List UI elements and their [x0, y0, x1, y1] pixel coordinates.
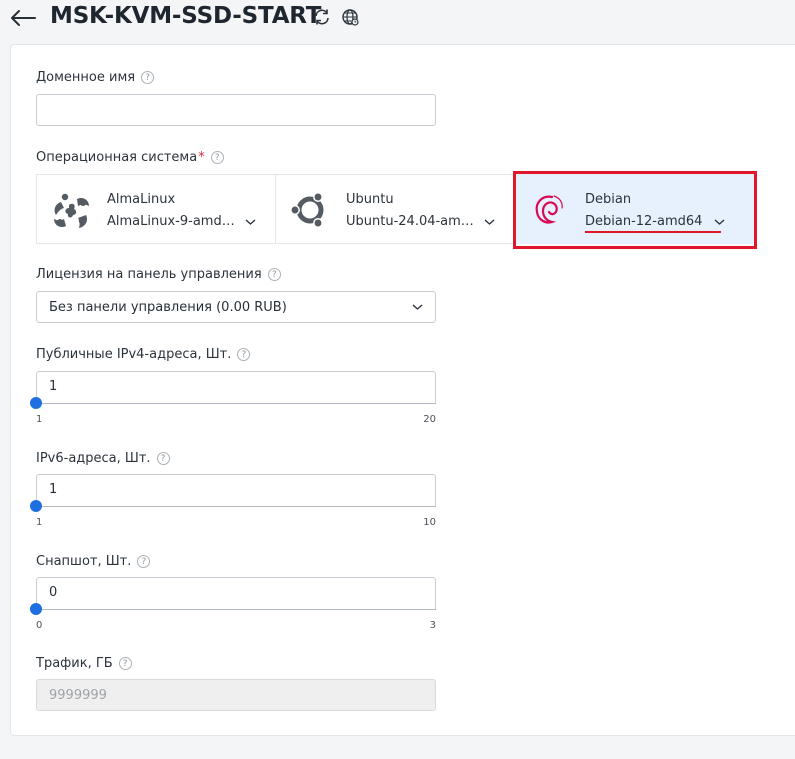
os-version-value: Ubuntu-24.04-am… — [346, 214, 474, 229]
almalinux-logo-icon — [54, 193, 89, 228]
os-name: Debian — [585, 192, 632, 207]
ipv4-label: Публичные IPv4-адреса, Шт. ? — [36, 347, 251, 362]
globe-icon[interactable] — [341, 8, 359, 26]
os-name: AlmaLinux — [107, 192, 176, 207]
slider-max: 20 — [423, 414, 436, 425]
chevron-down-icon — [484, 218, 495, 225]
chevron-down-icon — [412, 304, 423, 310]
os-version-select[interactable]: AlmaLinux-9-amd… — [107, 214, 256, 229]
slider-track[interactable] — [36, 403, 436, 404]
slider-thumb[interactable] — [30, 603, 42, 615]
slider-min: 0 — [36, 620, 43, 631]
snapshot-label: Снапшот, Шт. ? — [36, 554, 151, 569]
help-icon[interactable]: ? — [137, 555, 151, 568]
os-version-value: AlmaLinux-9-amd… — [107, 214, 235, 229]
help-icon[interactable]: ? — [156, 452, 170, 465]
domain-input[interactable] — [36, 94, 436, 126]
slider-max: 10 — [423, 517, 436, 528]
os-option-almalinux[interactable]: AlmaLinux AlmaLinux-9-amd… — [36, 174, 276, 244]
domain-label: Доменное имя ? — [36, 70, 155, 85]
help-icon[interactable]: ? — [237, 348, 251, 361]
snapshot-label-text: Снапшот, Шт. — [36, 554, 132, 569]
page-header: MSK-KVM-SSD-START — [0, 0, 795, 42]
chevron-down-icon — [245, 218, 256, 225]
os-version-select[interactable]: Debian-12-amd64 — [585, 214, 725, 229]
slider-min: 1 — [36, 414, 43, 425]
os-option-ubuntu[interactable]: Ubuntu Ubuntu-24.04-am… — [275, 174, 515, 244]
slider-min: 1 — [36, 517, 43, 528]
slider-track[interactable] — [36, 506, 436, 507]
license-select-value: Без панели управления (0.00 RUB) — [49, 299, 287, 315]
license-label-text: Лицензия на панель управления — [36, 267, 262, 282]
os-label: Операционная система * ? — [36, 150, 224, 165]
slider-max: 3 — [429, 620, 436, 631]
refresh-icon[interactable] — [313, 8, 331, 26]
chevron-down-icon — [714, 218, 725, 225]
traffic-label: Трафик, ГБ ? — [36, 656, 132, 671]
required-mark: * — [198, 150, 205, 165]
domain-label-text: Доменное имя — [36, 70, 136, 85]
ipv6-label-text: IPv6-адреса, Шт. — [36, 451, 151, 466]
os-label-text: Операционная система — [36, 150, 198, 165]
slider-thumb[interactable] — [30, 397, 42, 409]
help-icon[interactable]: ? — [141, 71, 155, 84]
page-title: MSK-KVM-SSD-START — [50, 3, 322, 29]
license-label: Лицензия на панель управления ? — [36, 267, 281, 282]
debian-logo-icon — [535, 195, 563, 224]
os-version-value: Debian-12-amd64 — [585, 214, 703, 229]
help-icon[interactable]: ? — [267, 268, 281, 281]
snapshot-input[interactable]: 0 — [36, 577, 436, 609]
traffic-label-text: Трафик, ГБ — [36, 656, 113, 671]
ipv4-input[interactable]: 1 — [36, 371, 436, 403]
ipv6-input[interactable]: 1 — [36, 474, 436, 506]
slider-track[interactable] — [36, 609, 436, 610]
ipv4-label-text: Публичные IPv4-адреса, Шт. — [36, 347, 232, 362]
slider-thumb[interactable] — [30, 500, 42, 512]
help-icon[interactable]: ? — [210, 151, 224, 164]
os-version-select[interactable]: Ubuntu-24.04-am… — [346, 214, 495, 229]
os-option-debian[interactable]: Debian Debian-12-amd64 — [514, 174, 754, 244]
traffic-input — [36, 679, 436, 711]
os-name: Ubuntu — [346, 192, 394, 207]
ipv6-label: IPv6-адреса, Шт. ? — [36, 451, 170, 466]
arrow-left-icon[interactable] — [8, 2, 38, 32]
help-icon[interactable]: ? — [118, 657, 132, 670]
ubuntu-logo-icon — [290, 192, 324, 228]
license-select[interactable]: Без панели управления (0.00 RUB) — [36, 291, 436, 323]
